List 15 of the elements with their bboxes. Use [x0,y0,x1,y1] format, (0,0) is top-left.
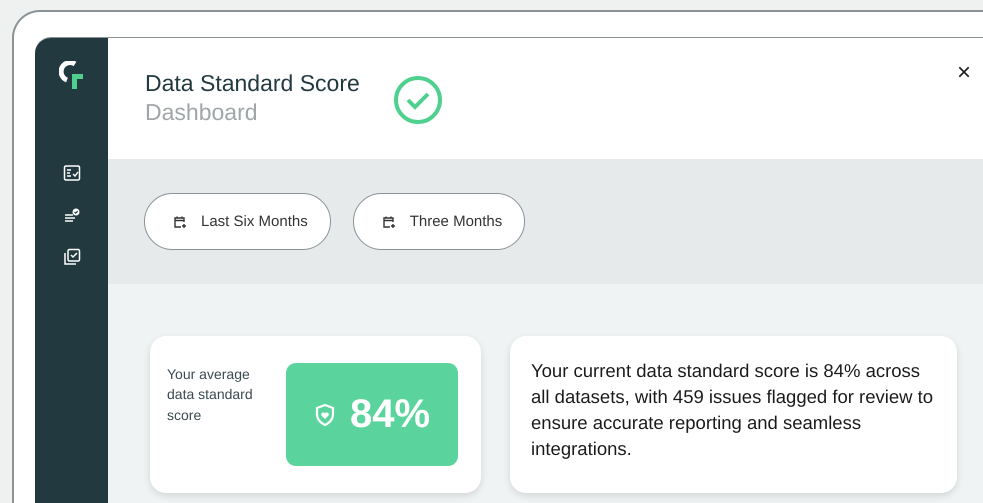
shield-icon [314,402,336,426]
summary-text: Your current data standard score is 84% across all datasets, with 459 issues flagged for review to ensure accurate reporting and seamless integrations. [531,359,934,461]
check-circle-icon [392,74,444,126]
score-value: 84% [350,392,430,437]
date-filter-button[interactable]: Three Months [352,193,526,250]
calendar-icon [382,214,396,228]
dashboard-subtitle: Dashboard [145,99,259,126]
calendar-icon [173,214,187,228]
checklist-icon[interactable] [62,164,80,182]
score-label: Your average data standard score [167,365,254,425]
copy-check-icon[interactable] [62,248,80,266]
date-filter-button[interactable]: Last Six Months [144,193,331,250]
dashboard-title: Data Standard Score [145,70,360,97]
list-check-icon[interactable] [62,206,80,224]
close-button[interactable]: × [950,58,977,88]
